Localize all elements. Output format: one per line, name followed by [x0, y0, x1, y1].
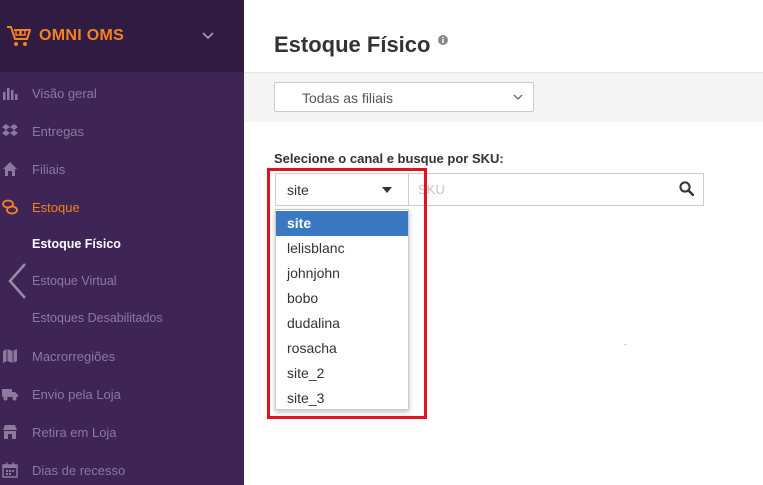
channel-option-lelisblanc[interactable]: lelisblanc — [276, 236, 408, 261]
channel-select[interactable]: site — [275, 173, 409, 206]
sidebar-item-filiais[interactable]: Filiais — [0, 154, 244, 184]
sidebar-subitem-estoque-virtual[interactable]: Estoque Virtual — [0, 266, 244, 296]
sidebar-item-label: Retira em Loja — [32, 425, 117, 440]
dropbox-icon — [2, 124, 18, 136]
branch-select-value: Todas as filiais — [302, 90, 394, 106]
sidebar-item-label: Dias de recesso — [32, 463, 126, 478]
store-icon — [3, 425, 17, 439]
cart-logo-icon — [7, 26, 31, 46]
sidebar-item-label: Estoque — [32, 200, 80, 215]
info-icon[interactable] — [438, 35, 448, 45]
calendar-icon — [2, 462, 18, 478]
page-title: Estoque Físico — [274, 32, 431, 57]
sidebar-item-envio-pela-loja[interactable]: Envio pela Loja — [0, 379, 244, 409]
brand-header: OMNI OMS — [0, 0, 244, 72]
channel-option-johnjohn[interactable]: johnjohn — [276, 261, 408, 286]
sidebar-item-macrorregioes[interactable]: Macrorregiões — [0, 341, 244, 371]
caret-down-icon — [382, 187, 392, 193]
chevron-down-icon — [513, 94, 523, 100]
bar-chart-icon — [3, 88, 18, 100]
channel-option-site[interactable]: site — [276, 211, 408, 236]
channel-option-dudalina[interactable]: dudalina — [276, 311, 408, 336]
sidebar-item-retira-em-loja[interactable]: Retira em Loja — [0, 417, 244, 447]
sidebar: OMNI OMS Visão geral Entregas Filiais Es… — [0, 0, 244, 485]
truck-icon — [2, 389, 18, 401]
channel-option-site-2[interactable]: site_2 — [276, 361, 408, 386]
chevron-left-icon[interactable] — [6, 262, 28, 300]
channel-dropdown: site lelisblanc johnjohn bobo dudalina r… — [275, 209, 409, 410]
channel-select-value: site — [287, 182, 309, 198]
sidebar-subitem-estoque-fisico[interactable]: Estoque Físico — [0, 229, 244, 259]
chevron-down-icon[interactable] — [202, 29, 214, 41]
home-icon — [3, 162, 17, 176]
sidebar-item-entregas[interactable]: Entregas — [0, 116, 244, 146]
sidebar-item-dias-de-recesso[interactable]: Dias de recesso — [0, 455, 244, 485]
branch-select[interactable]: Todas as filiais — [274, 82, 534, 112]
sidebar-item-label: Visão geral — [32, 86, 97, 101]
sidebar-item-label: Entregas — [32, 124, 85, 139]
sidebar-item-estoque[interactable]: Estoque — [0, 192, 244, 222]
brand-name: OMNI OMS — [39, 27, 125, 44]
sidebar-item-label: Macrorregiões — [32, 349, 116, 364]
sidebar-item-visao-geral[interactable]: Visão geral — [0, 78, 244, 108]
channel-option-bobo[interactable]: bobo — [276, 286, 408, 311]
sidebar-item-label: Estoques Desabilitados — [32, 311, 163, 325]
channel-option-site-3[interactable]: site_3 — [276, 386, 408, 411]
sidebar-item-label: Estoque Virtual — [32, 274, 117, 288]
channel-option-rosacha[interactable]: rosacha — [276, 336, 408, 361]
sidebar-item-label: Filiais — [32, 162, 66, 177]
sidebar-item-label: Estoque Físico — [32, 237, 121, 251]
map-icon — [3, 349, 17, 363]
stray-mark — [624, 344, 627, 345]
sidebar-item-label: Envio pela Loja — [32, 387, 121, 402]
search-icon[interactable] — [679, 181, 694, 196]
sidebar-subitem-estoques-desabilitados[interactable]: Estoques Desabilitados — [0, 303, 244, 333]
channel-label: Selecione o canal e busque por SKU: — [274, 151, 504, 166]
coins-icon — [2, 199, 18, 215]
sku-search-input[interactable] — [409, 173, 704, 206]
